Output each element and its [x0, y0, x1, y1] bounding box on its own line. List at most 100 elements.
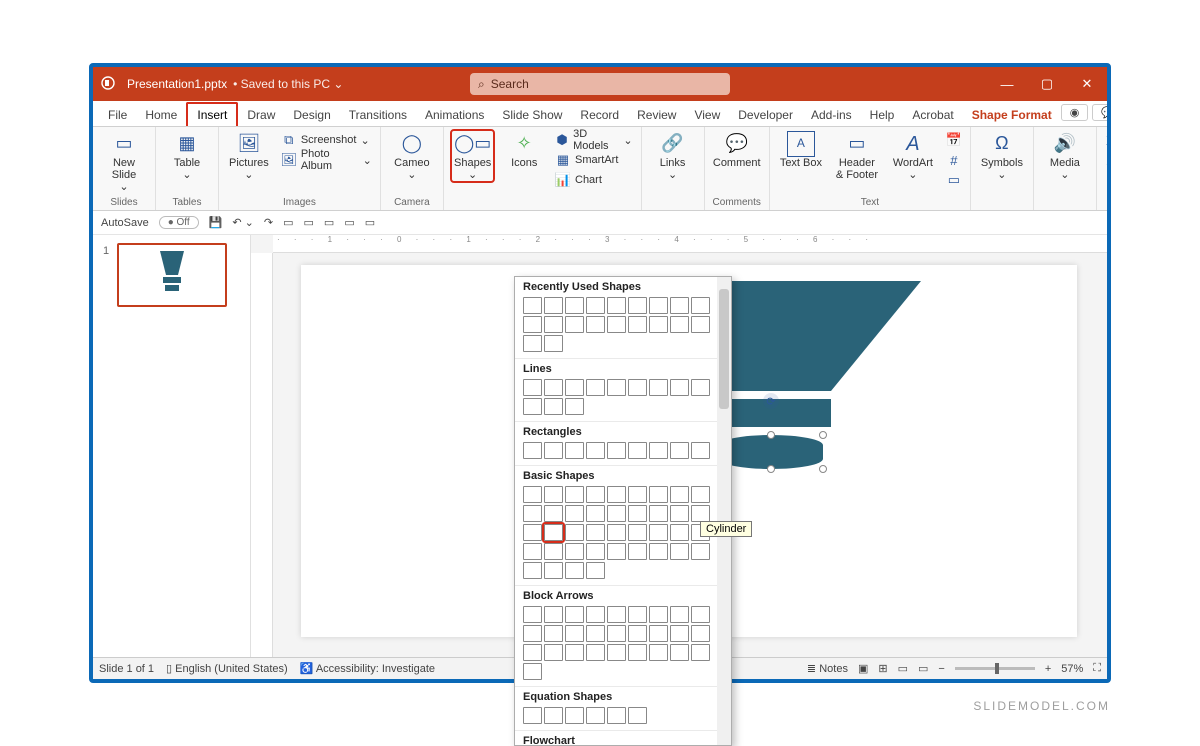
shape-option[interactable] — [523, 524, 542, 541]
tab-transitions[interactable]: Transitions — [340, 104, 416, 126]
undo-button[interactable]: ↶ ⌄ — [232, 216, 254, 229]
shape-option[interactable] — [544, 379, 563, 396]
shape-option[interactable] — [586, 625, 605, 642]
shape-option[interactable] — [691, 505, 710, 522]
cameo-button[interactable]: ◯Cameo ⌄ — [389, 131, 435, 181]
slide-counter[interactable]: Slide 1 of 1 — [99, 663, 154, 675]
shape-option[interactable] — [565, 486, 584, 503]
smartart-button[interactable]: ▦SmartArt — [555, 151, 633, 169]
shape-option[interactable] — [670, 379, 689, 396]
shape-option[interactable] — [691, 297, 710, 314]
comments-pane-button[interactable]: 💬 — [1092, 104, 1111, 121]
shape-option[interactable] — [523, 379, 542, 396]
qat-btn[interactable]: ▭ — [365, 216, 375, 229]
shape-option[interactable] — [565, 606, 584, 623]
shape-option[interactable] — [565, 562, 584, 579]
shape-option[interactable] — [565, 316, 584, 333]
cylinder-shape[interactable] — [719, 435, 823, 469]
shape-option[interactable] — [544, 335, 563, 352]
header-footer-button[interactable]: ▭Header & Footer — [834, 131, 880, 181]
superscript-button[interactable]: X²Superscript — [1105, 151, 1111, 169]
shape-option[interactable] — [670, 297, 689, 314]
accessibility-status[interactable]: ♿ Accessibility: Investigate — [300, 662, 435, 675]
selection-handle[interactable] — [767, 465, 775, 473]
zoom-out-button[interactable]: − — [938, 663, 944, 675]
shape-option[interactable] — [607, 606, 626, 623]
shape-option[interactable] — [586, 316, 605, 333]
comment-button[interactable]: 💬Comment — [714, 131, 760, 169]
shape-option[interactable] — [607, 644, 626, 661]
tab-shape-format[interactable]: Shape Format — [963, 104, 1061, 126]
shape-option[interactable] — [544, 297, 563, 314]
shape-option[interactable] — [565, 442, 584, 459]
shape-option[interactable] — [691, 379, 710, 396]
shape-option[interactable] — [523, 625, 542, 642]
close-button[interactable]: ✕ — [1067, 67, 1107, 101]
notes-button[interactable]: ≣ Notes — [807, 662, 848, 675]
shape-option[interactable] — [523, 486, 542, 503]
shape-option[interactable] — [523, 442, 542, 459]
shape-option[interactable] — [607, 707, 626, 724]
shape-option[interactable] — [586, 543, 605, 560]
tab-file[interactable]: File — [99, 104, 136, 126]
shape-option[interactable] — [649, 379, 668, 396]
shape-option[interactable] — [649, 316, 668, 333]
shape-option[interactable] — [628, 625, 647, 642]
shape-option[interactable] — [523, 335, 542, 352]
view-reading-button[interactable]: ▭ — [898, 662, 908, 675]
photo-album-button[interactable]: 🖼Photo Album ⌄ — [281, 151, 372, 169]
shape-option[interactable] — [523, 663, 542, 680]
shape-option[interactable] — [586, 442, 605, 459]
date-time-button[interactable]: 📅 — [946, 131, 962, 149]
shape-option[interactable] — [649, 644, 668, 661]
tab-view[interactable]: View — [685, 104, 729, 126]
shape-option[interactable] — [670, 524, 689, 541]
tab-animations[interactable]: Animations — [416, 104, 493, 126]
qat-btn[interactable]: ▭ — [324, 216, 334, 229]
search-box[interactable]: ⌕ Search — [470, 73, 730, 95]
shape-option[interactable] — [628, 297, 647, 314]
shape-option[interactable] — [628, 644, 647, 661]
rotation-handle[interactable]: ⟳ — [763, 393, 779, 409]
new-slide-button[interactable]: ▭New Slide ⌄ — [101, 131, 147, 193]
tab-insert[interactable]: Insert — [186, 102, 238, 126]
shape-option[interactable] — [628, 442, 647, 459]
shape-option[interactable] — [544, 505, 563, 522]
textbox-button[interactable]: AText Box — [778, 131, 824, 169]
shape-option[interactable] — [544, 606, 563, 623]
record-indicator-button[interactable]: ◉ — [1061, 104, 1089, 121]
shape-option[interactable] — [523, 606, 542, 623]
shape-option[interactable] — [586, 297, 605, 314]
shape-option[interactable] — [544, 644, 563, 661]
shape-option[interactable] — [523, 316, 542, 333]
table-button[interactable]: ▦Table ⌄ — [164, 131, 210, 181]
shape-option[interactable] — [628, 707, 647, 724]
shape-option[interactable] — [523, 707, 542, 724]
view-sorter-button[interactable]: ⊞ — [878, 662, 887, 675]
shape-option[interactable] — [586, 486, 605, 503]
shape-option[interactable] — [565, 398, 584, 415]
shape-option[interactable] — [628, 316, 647, 333]
shape-option[interactable] — [607, 625, 626, 642]
shape-option[interactable] — [565, 524, 584, 541]
zoom-in-button[interactable]: + — [1045, 663, 1051, 675]
view-slideshow-button[interactable]: ▭ — [918, 662, 928, 675]
shape-option[interactable] — [523, 644, 542, 661]
shape-option[interactable] — [565, 505, 584, 522]
tab-acrobat[interactable]: Acrobat — [903, 104, 962, 126]
shape-option[interactable] — [607, 316, 626, 333]
shape-option[interactable] — [544, 398, 563, 415]
shape-option[interactable] — [649, 606, 668, 623]
icons-button[interactable]: ✧Icons — [503, 131, 545, 169]
shape-option[interactable] — [544, 442, 563, 459]
shape-option[interactable] — [670, 442, 689, 459]
shape-option[interactable] — [670, 316, 689, 333]
shape-option[interactable] — [691, 625, 710, 642]
shape-option[interactable] — [565, 543, 584, 560]
shape-option[interactable] — [628, 379, 647, 396]
shape-option[interactable] — [565, 644, 584, 661]
shape-option[interactable] — [523, 562, 542, 579]
shape-option[interactable] — [565, 297, 584, 314]
shape-option[interactable] — [544, 316, 563, 333]
tab-slideshow[interactable]: Slide Show — [493, 104, 571, 126]
